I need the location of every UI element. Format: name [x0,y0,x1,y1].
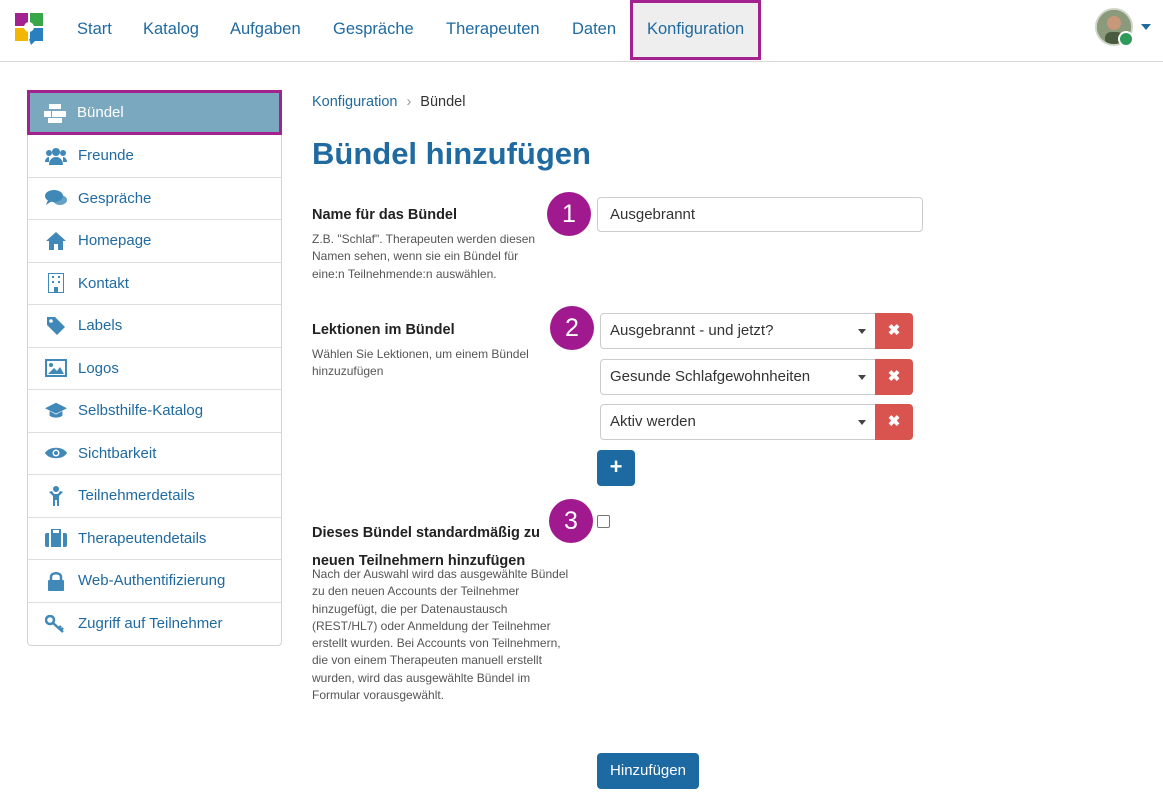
comments-icon [45,188,67,208]
sidebar-item-label: Freunde [78,147,134,165]
sidebar-item-label: Kontakt [78,274,129,292]
nav-konfiguration[interactable]: Konfiguration [630,0,762,60]
step-marker-3: 3 [549,499,593,543]
sidebar-item-label: Gespräche [78,189,152,207]
step-marker-1: 1 [547,192,591,236]
add-lesson-button[interactable]: + [597,450,635,486]
add-bundle-submit-button[interactable]: Hinzufügen [597,753,699,789]
building-icon [45,273,67,294]
name-field-label: Name für das Bündel [312,207,458,223]
sidebar-item-label: Web-Authentifizierung [78,572,226,590]
sidebar-item-sichtbarkeit[interactable]: Sichtbarkeit [28,433,281,475]
sidebar-item-selbsthilfe-katalog[interactable]: Selbsthilfe-Katalog [28,390,281,433]
sidebar-item-label: Sichtbarkeit [78,444,157,462]
sidebar-item-label: Therapeutendetails [78,529,207,547]
top-navigation: Start Katalog Aufgaben Gespräche Therape… [0,0,1163,62]
sidebar-item-label: Zugriff auf Teilnehmer [78,615,223,633]
nav-start[interactable]: Start [77,0,112,60]
lesson-select-value: Gesunde Schlafgewohnheiten [610,368,811,385]
tag-icon [45,316,67,336]
bundle-name-input[interactable] [597,197,923,232]
step-marker-2: 2 [550,306,594,350]
breadcrumb-link-konfiguration[interactable]: Konfiguration [312,94,397,110]
sidebar-item-label: Logos [78,359,119,377]
child-icon [45,485,67,506]
lesson-select[interactable]: Ausgebrannt - und jetzt? [600,313,876,349]
chevron-down-icon [858,329,866,334]
lesson-select[interactable]: Aktiv werden [600,404,876,440]
sidebar-item-label: Homepage [78,232,152,250]
chevron-down-icon [858,375,866,380]
lessons-field-label: Lektionen im Bündel [312,322,455,338]
remove-lesson-button[interactable]: ✖ [875,359,913,395]
users-icon [45,146,67,166]
nav-katalog[interactable]: Katalog [143,0,199,60]
breadcrumb-separator: › [406,94,412,110]
breadcrumb-current: Bündel [420,94,466,110]
page-title: Bündel hinzufügen [312,136,591,171]
remove-lesson-button[interactable]: ✖ [875,404,913,440]
sidebar-item-labels[interactable]: Labels [28,305,281,348]
sidebar-item-gespraeche[interactable]: Gespräche [28,178,281,220]
sidebar-item-teilnehmerdetails[interactable]: Teilnehmerdetails [28,475,281,518]
sidebar-item-kontakt[interactable]: Kontakt [28,263,281,305]
image-icon [45,358,67,378]
sidebar: Bündel Freunde Gespräche Homepage Kontak… [27,90,282,646]
default-bundle-checkbox[interactable] [597,515,610,528]
sidebar-item-label: Bündel [77,104,124,121]
breadcrumb: Konfiguration › Bündel [312,94,465,110]
home-icon [45,231,67,251]
key-icon [45,614,67,634]
eye-icon [45,443,67,463]
sidebar-item-zugriff-auf-teilnehmer[interactable]: Zugriff auf Teilnehmer [28,603,281,646]
lock-icon [45,571,67,591]
sidebar-item-logos[interactable]: Logos [28,348,281,390]
sidebar-item-web-authentifizierung[interactable]: Web-Authentifizierung [28,560,281,603]
nav-daten[interactable]: Daten [572,0,616,60]
sidebar-item-label: Selbsthilfe-Katalog [78,402,204,420]
graduation-cap-icon [45,401,67,421]
lesson-select-value: Ausgebrannt - und jetzt? [610,322,774,339]
sidebar-item-therapeutendetails[interactable]: Therapeutendetails [28,518,281,560]
sidebar-item-buendel[interactable]: Bündel [27,90,282,135]
sidebar-item-homepage[interactable]: Homepage [28,220,281,263]
lesson-select-value: Aktiv werden [610,413,696,430]
default-field-help: Nach der Auswahl wird das ausgewählte Bü… [312,567,569,703]
sidebar-item-freunde[interactable]: Freunde [28,135,281,178]
sidebar-item-label: Teilnehmerdetails [78,487,195,505]
lesson-select[interactable]: Gesunde Schlafgewohnheiten [600,359,876,395]
lessons-field-help: Wählen Sie Lektionen, um einem Bündel hi… [312,347,529,379]
app-logo-icon[interactable] [15,13,45,45]
nav-gespraeche[interactable]: Gespräche [333,0,414,60]
eye-badge-icon [1118,31,1134,47]
nav-aufgaben[interactable]: Aufgaben [230,0,301,60]
chevron-down-icon[interactable] [1141,24,1151,30]
nav-therapeuten[interactable]: Therapeuten [446,0,540,60]
name-field-help: Z.B. "Schlaf". Therapeuten werden diesen… [312,232,536,281]
sidebar-item-label: Labels [78,317,123,335]
chevron-down-icon [858,420,866,425]
briefcase-icon [45,528,67,548]
cubes-icon [44,103,66,123]
remove-lesson-button[interactable]: ✖ [875,313,913,349]
